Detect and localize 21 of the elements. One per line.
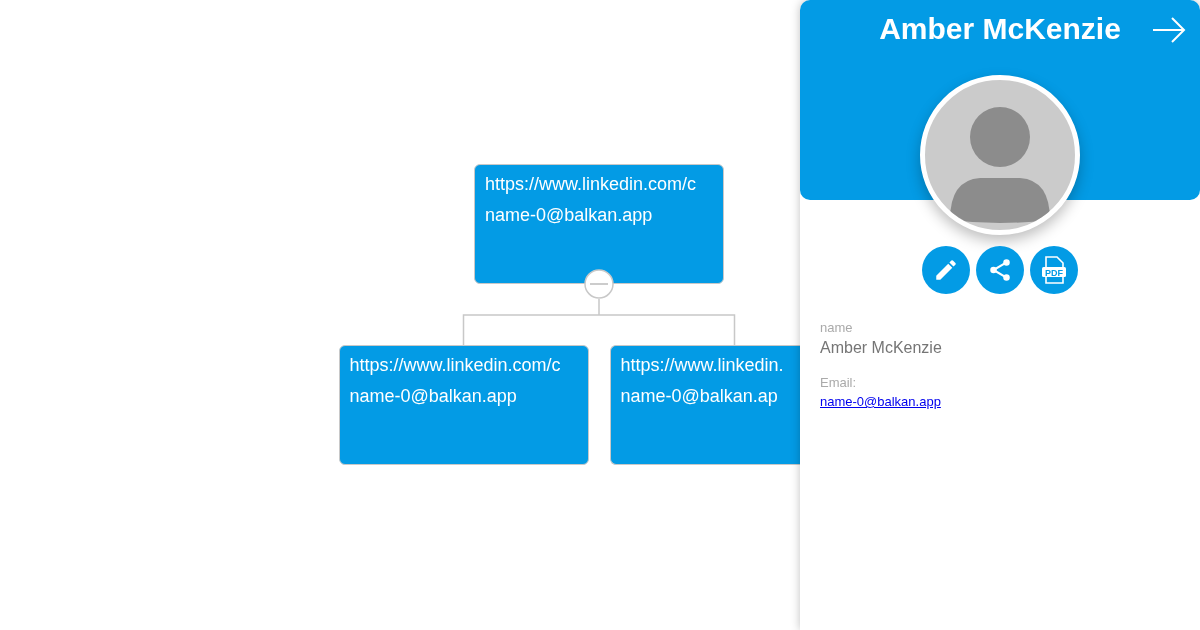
node-email: name-0@balkan.app: [485, 204, 654, 226]
org-chart-node[interactable]: https://www.linkedin.com/c name-0@balkan.app: [474, 164, 724, 284]
arrow-right-icon[interactable]: [1152, 16, 1186, 44]
field-label: Email:: [820, 375, 858, 390]
email-link[interactable]: name-0@balkan.app: [820, 394, 942, 409]
node-email: name-0@balkan.ap: [620, 385, 779, 407]
field-label: name: [820, 320, 854, 335]
pdf-button[interactable]: PDF: [1030, 246, 1078, 294]
collapse-icon[interactable]: [584, 269, 614, 299]
pencil-icon: [933, 257, 959, 283]
panel-title: Amber McKenzie: [878, 12, 1122, 46]
org-chart-node[interactable]: https://www.linkedin. name-0@balkan.ap: [609, 345, 800, 465]
node-url: https://www.linkedin.com/c: [349, 354, 562, 376]
share-icon: [987, 257, 1013, 283]
edit-button[interactable]: [922, 246, 970, 294]
node-url: https://www.linkedin.com/c: [485, 173, 698, 195]
node-url: https://www.linkedin.: [620, 354, 785, 376]
share-button[interactable]: [976, 246, 1024, 294]
node-email: name-0@balkan.app: [349, 385, 518, 407]
field-value: Amber McKenzie: [820, 339, 942, 357]
org-chart-node[interactable]: https://www.linkedin.com/c name-0@balkan.app: [338, 345, 589, 465]
